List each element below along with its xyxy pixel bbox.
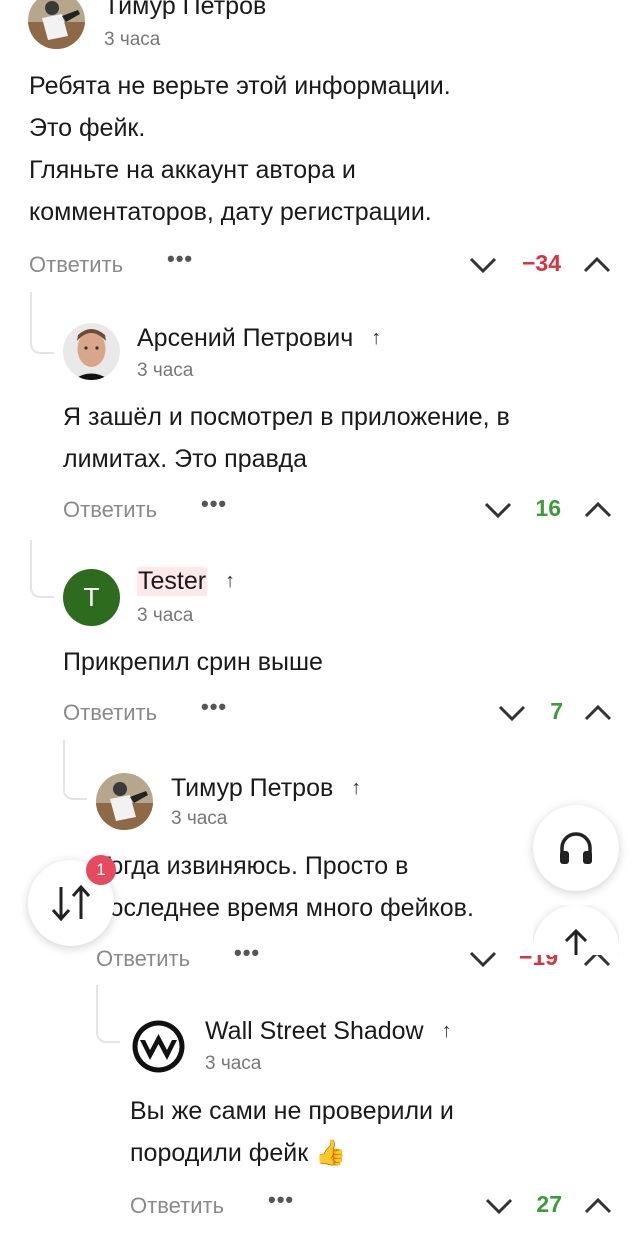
comment-author[interactable]: Тимур Петров [104,0,266,21]
vote-down-icon[interactable] [495,696,529,730]
comment-line: Это фейк. [29,114,146,142]
comment-line: комментаторов, дату регистрации. [29,198,432,226]
comment-time: 3 часа [205,1053,262,1074]
sort-badge: 1 [86,855,116,885]
comment-line: Гляньте на аккаунт автора и [29,156,356,184]
vote-up-icon[interactable] [580,248,614,282]
comment-text: Я зашёл и посмотрел в приложение, в лими… [63,396,510,480]
comment-text: Ребята не верьте этой информации. Это фе… [29,65,451,233]
comment-line: Прикрепил срин выше [63,648,323,676]
sort-arrows-icon [51,884,91,922]
headphones-icon [560,832,592,864]
avatar[interactable] [130,1018,187,1075]
vote-score: 7 [550,698,563,724]
comment-line: лимитах. Это правда [63,445,307,473]
wall-street-shadow-logo-icon [132,1020,185,1073]
avatar-letter: T [83,582,100,612]
vote-score: 27 [536,1191,562,1217]
arrow-up-icon: ↑ [225,570,236,592]
comment-text: Вы же сами не проверили и породили фейк … [130,1090,454,1174]
comment-time: 3 часа [137,605,194,626]
author-name[interactable]: Тимур Петров [171,774,333,803]
comment-actions: Ответить ••• −34 [29,246,629,286]
reply-button[interactable]: Ответить [130,1193,224,1219]
vote-up-icon[interactable] [581,493,615,527]
comment-line: Я зашёл и посмотрел в приложение, в [63,403,510,431]
reply-button[interactable]: Ответить [63,700,157,726]
comment-author[interactable]: Арсений Петрович ↑ [137,324,381,353]
comment-actions: Ответить ••• 7 [63,694,640,734]
avatar[interactable]: T [63,569,120,626]
vote-score: −34 [521,250,561,276]
comment-1: Арсений Петрович ↑ 3 часа Я зашёл и посм… [0,320,640,530]
avatar-photo-icon [28,0,85,49]
vote-up-icon[interactable] [581,696,615,730]
vote-up-icon[interactable] [581,1189,615,1223]
vote-down-icon[interactable] [466,942,500,976]
comment-time: 3 часа [171,808,228,829]
author-name[interactable]: Wall Street Shadow [205,1017,424,1046]
more-button[interactable]: ••• [167,246,193,272]
comment-4: Wall Street Shadow ↑ 3 часа Вы же сами н… [0,1015,640,1235]
vote-down-icon[interactable] [466,248,500,282]
author-name[interactable]: Арсений Петрович [137,324,353,353]
comment-0: Тимур Петров 3 часа Ребята не верьте это… [0,0,640,285]
vote-down-icon[interactable] [481,493,515,527]
arrow-up-icon: ↑ [351,777,362,799]
more-button[interactable]: ••• [201,694,227,720]
reply-button[interactable]: Ответить [96,946,190,972]
comment-time: 3 часа [104,29,161,50]
reply-button[interactable]: Ответить [29,252,123,278]
audio-button[interactable] [533,805,619,891]
comment-line: последнее время много фейков. [96,894,474,922]
comment-text: Тогда извиняюсь. Просто в последнее врем… [96,845,474,929]
comment-actions: Ответить ••• 16 [63,491,640,531]
comment-line: Вы же сами не проверили и [130,1097,454,1125]
more-button[interactable]: ••• [268,1187,294,1213]
arrow-up-icon: ↑ [371,327,382,349]
comment-author[interactable]: Тимур Петров ↑ [171,774,361,803]
vote-down-icon[interactable] [482,1189,516,1223]
comment-line: Ребята не верьте этой информации. [29,72,451,100]
more-button[interactable]: ••• [234,940,260,966]
comment-time: 3 часа [137,360,194,381]
avatar[interactable] [63,323,120,380]
comment-line: Тогда извиняюсь. Просто в [96,852,409,880]
comment-author[interactable]: Wall Street Shadow ↑ [205,1017,452,1046]
vote-score: 16 [535,495,561,521]
reply-button[interactable]: Ответить [63,497,157,523]
comment-2: T Tester ↑ 3 часа Прикрепил срин выше От… [0,565,640,735]
avatar-photo-icon [96,773,153,830]
avatar[interactable] [96,773,153,830]
comment-actions: Ответить ••• 27 [130,1187,640,1227]
arrow-up-icon: ↑ [441,1020,452,1042]
comment-author[interactable]: Tester ↑ [137,567,235,596]
author-name[interactable]: Tester [137,567,208,596]
more-button[interactable]: ••• [201,491,227,517]
author-name[interactable]: Тимур Петров [104,0,266,21]
avatar-photo-icon [63,323,120,380]
comment-line: породили фейк 👍 [130,1139,347,1167]
avatar[interactable] [28,0,85,49]
comment-text: Прикрепил срин выше [63,641,323,683]
